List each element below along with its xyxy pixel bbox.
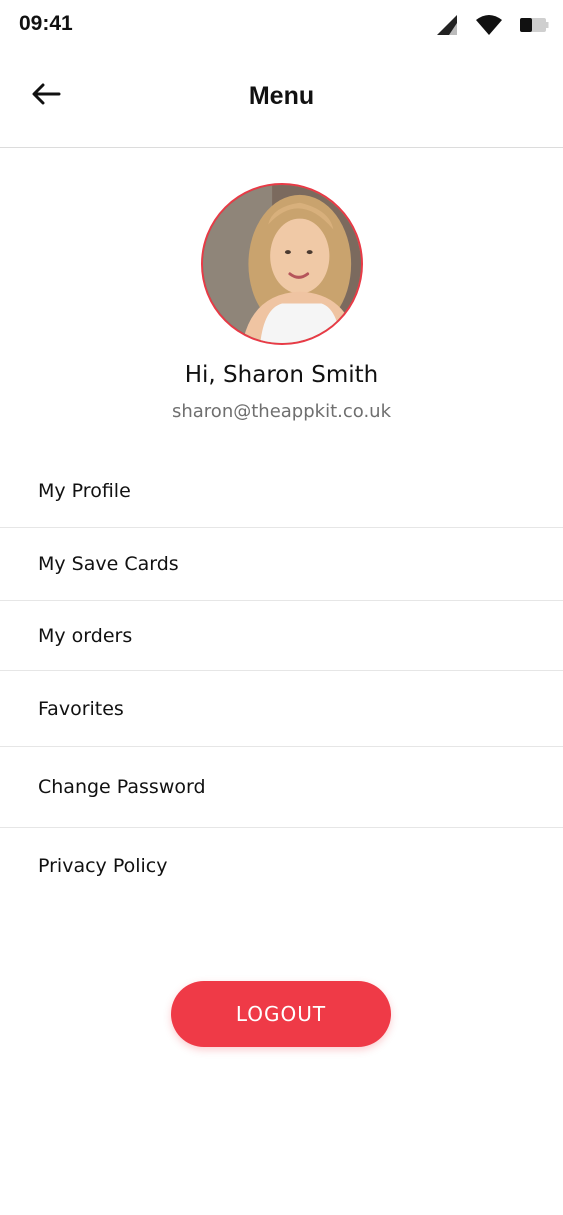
logout-button-label: LOGOUT bbox=[235, 1002, 327, 1026]
status-time: 09:41 bbox=[19, 12, 73, 35]
menu-item-my-save-cards[interactable]: My Save Cards bbox=[0, 528, 563, 601]
menu-item-change-password[interactable]: Change Password bbox=[0, 747, 563, 828]
status-bar: 09:41 bbox=[0, 0, 563, 52]
avatar[interactable] bbox=[201, 183, 363, 345]
menu-item-label: Change Password bbox=[38, 776, 206, 798]
user-email: sharon@theappkit.co.uk bbox=[171, 401, 391, 422]
menu-item-my-orders[interactable]: My orders bbox=[0, 601, 563, 671]
menu-screen: 09:41 Menu Hi, Sharon Smith sharon@theap… bbox=[0, 0, 563, 1215]
app-header: Menu bbox=[0, 52, 563, 148]
cellular-signal-icon bbox=[435, 14, 459, 36]
wifi-icon bbox=[475, 14, 503, 36]
menu-item-label: Favorites bbox=[38, 697, 124, 720]
status-icons bbox=[435, 14, 549, 36]
battery-icon bbox=[519, 16, 549, 34]
menu-item-label: My Save Cards bbox=[38, 553, 179, 575]
page-title: Menu bbox=[248, 82, 315, 110]
user-greeting: Hi, Sharon Smith bbox=[184, 362, 379, 388]
menu-item-favorites[interactable]: Favorites bbox=[0, 671, 563, 747]
menu-item-label: My orders bbox=[38, 624, 133, 647]
logout-button[interactable]: LOGOUT bbox=[171, 981, 391, 1047]
menu-item-privacy-policy[interactable]: Privacy Policy bbox=[0, 828, 563, 904]
menu-item-my-profile[interactable]: My Profile bbox=[0, 454, 563, 528]
menu-item-label: My Profile bbox=[38, 479, 131, 502]
menu-item-label: Privacy Policy bbox=[38, 855, 168, 877]
menu-list: My Profile My Save Cards My orders Favor… bbox=[0, 454, 563, 904]
